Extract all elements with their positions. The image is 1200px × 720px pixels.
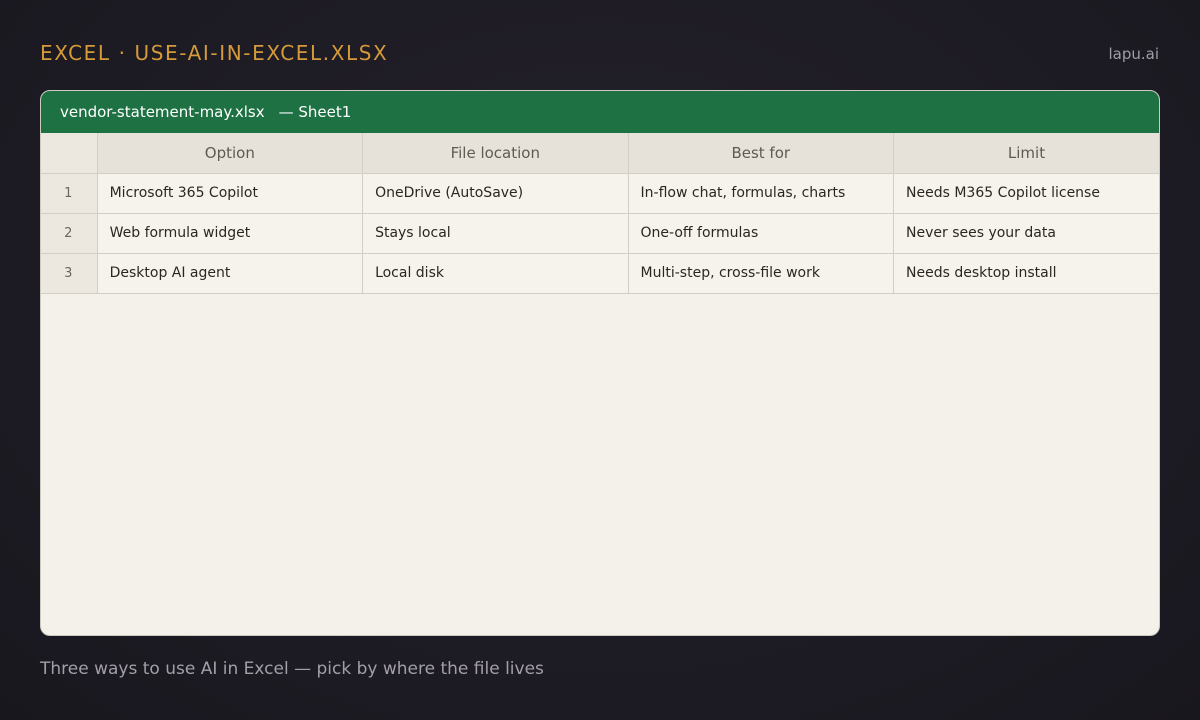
spreadsheet-window: vendor-statement-may.xlsx — Sheet1 Optio… xyxy=(40,90,1160,636)
cell-best-for[interactable]: In-flow chat, formulas, charts xyxy=(627,172,895,214)
brand-logo-text[interactable]: lapu.ai xyxy=(1108,45,1159,63)
cell-file-location[interactable]: Local disk xyxy=(362,252,629,294)
row-number[interactable]: 2 xyxy=(41,212,98,254)
cell-option[interactable]: Microsoft 365 Copilot xyxy=(96,172,364,214)
page-title: EXCEL · USE-AI-IN-EXCEL.XLSX xyxy=(40,41,389,65)
column-header-limit[interactable]: Limit xyxy=(893,133,1159,174)
caption: Three ways to use AI in Excel — pick by … xyxy=(40,659,544,679)
file-name: vendor-statement-may.xlsx xyxy=(60,103,265,121)
table-row: 1 Microsoft 365 Copilot OneDrive (AutoSa… xyxy=(41,172,1159,214)
column-header-file-location[interactable]: File location xyxy=(362,133,629,174)
window-titlebar: vendor-statement-may.xlsx — Sheet1 xyxy=(41,91,1159,133)
cell-limit[interactable]: Needs desktop install xyxy=(893,252,1159,294)
cell-limit[interactable]: Needs M365 Copilot license xyxy=(893,172,1159,214)
table-row: 3 Desktop AI agent Local disk Multi-step… xyxy=(41,252,1159,294)
cell-option[interactable]: Desktop AI agent xyxy=(96,252,364,294)
cell-file-location[interactable]: OneDrive (AutoSave) xyxy=(362,172,629,214)
cell-file-location[interactable]: Stays local xyxy=(362,212,629,254)
table-row: 2 Web formula widget Stays local One-off… xyxy=(41,212,1159,254)
spreadsheet-grid: Option File location Best for Limit 1 Mi… xyxy=(41,133,1159,294)
row-number[interactable]: 1 xyxy=(41,172,98,214)
column-header-best-for[interactable]: Best for xyxy=(627,133,895,174)
cell-limit[interactable]: Never sees your data xyxy=(893,212,1159,254)
row-number[interactable]: 3 xyxy=(41,252,98,294)
select-all-corner[interactable] xyxy=(41,133,98,174)
cell-option[interactable]: Web formula widget xyxy=(96,212,364,254)
cell-best-for[interactable]: Multi-step, cross-file work xyxy=(627,252,895,294)
cell-best-for[interactable]: One-off formulas xyxy=(627,212,895,254)
column-header-option[interactable]: Option xyxy=(96,133,364,174)
sheet-name[interactable]: — Sheet1 xyxy=(279,103,352,121)
header-row: Option File location Best for Limit xyxy=(41,133,1159,174)
